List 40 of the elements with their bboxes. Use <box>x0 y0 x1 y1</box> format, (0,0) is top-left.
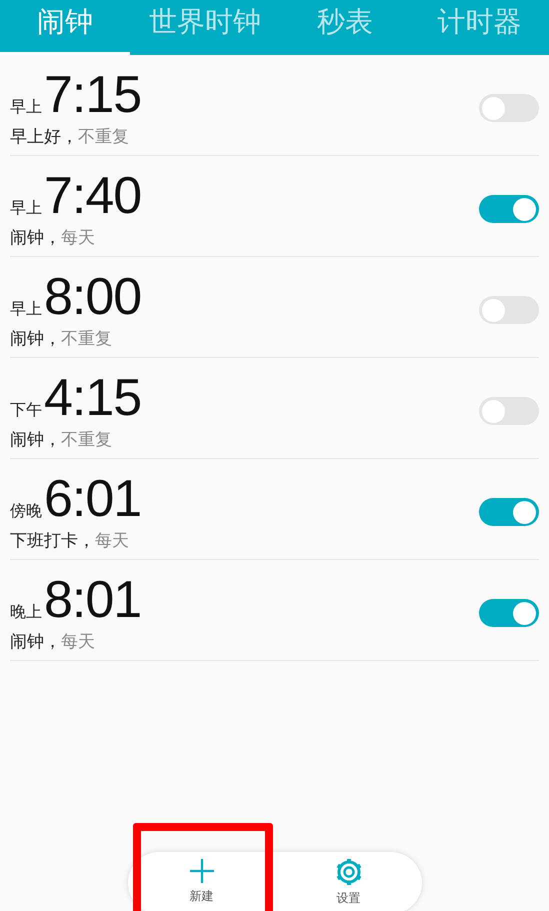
alarm-label: 闹钟， <box>10 428 61 450</box>
settings-button[interactable]: 设置 <box>275 852 422 911</box>
alarm-row[interactable]: 傍晚 6:01 下班打卡，每天 <box>10 459 539 560</box>
repeat-label: 每天 <box>61 226 95 248</box>
alarm-row[interactable]: 早上 8:00 闹钟，不重复 <box>10 257 539 358</box>
alarm-label: 闹钟， <box>10 630 61 652</box>
period-label: 下午 <box>10 400 42 420</box>
repeat-label: 不重复 <box>61 328 112 350</box>
period-label: 早上 <box>10 96 42 118</box>
period-label: 傍晚 <box>10 500 42 522</box>
alarm-row[interactable]: 早上 7:15 早上好，不重复 <box>10 55 539 156</box>
repeat-label: 每天 <box>61 630 95 652</box>
alarm-label: 闹钟， <box>10 226 61 248</box>
alarm-switch[interactable] <box>479 296 539 324</box>
period-label: 早上 <box>10 298 42 320</box>
alarm-switch[interactable] <box>479 599 539 627</box>
alarm-switch[interactable] <box>479 94 539 122</box>
alarm-time: 8:01 <box>44 574 142 626</box>
alarm-switch[interactable] <box>479 195 539 223</box>
alarm-time: 8:00 <box>44 270 142 322</box>
alarm-time: 7:15 <box>44 68 142 120</box>
alarm-switch[interactable] <box>479 498 539 526</box>
period-label: 晚上 <box>10 602 42 622</box>
alarm-time: 6:01 <box>44 472 142 524</box>
repeat-label: 不重复 <box>78 126 129 148</box>
alarm-label: 下班打卡， <box>10 530 95 552</box>
alarm-time: 7:40 <box>44 170 142 222</box>
alarm-row[interactable]: 晚上 8:01 闹钟，每天 <box>10 560 539 661</box>
alarm-row[interactable]: 早上 7:40 闹钟，每天 <box>10 156 539 257</box>
alarm-label: 闹钟， <box>10 328 61 350</box>
repeat-label: 每天 <box>95 530 129 552</box>
alarm-label: 早上好， <box>10 126 78 148</box>
settings-icon <box>334 858 362 886</box>
new-button[interactable]: 新建 <box>128 852 275 911</box>
period-label: 早上 <box>10 198 42 218</box>
alarm-time: 4:15 <box>44 372 142 424</box>
alarm-switch[interactable] <box>479 397 539 425</box>
repeat-label: 不重复 <box>61 428 112 450</box>
plus-icon <box>188 858 214 884</box>
alarm-row[interactable]: 下午 4:15 闹钟，不重复 <box>10 358 539 459</box>
